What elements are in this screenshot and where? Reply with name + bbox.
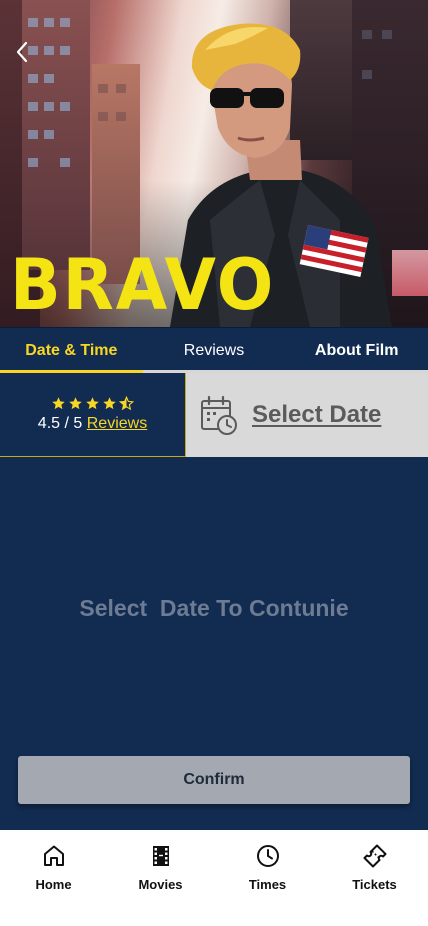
rating-panel: 4.5 / 5 Reviews <box>0 373 186 457</box>
nav-home[interactable]: Home <box>0 830 107 926</box>
nav-tickets[interactable]: Tickets <box>321 830 428 926</box>
star-full-icon <box>86 397 99 410</box>
star-rating <box>51 396 134 411</box>
movie-detail-tabs: Date & Time Reviews About Film <box>0 327 428 373</box>
nav-times[interactable]: Times <box>214 830 321 926</box>
chevron-left-icon <box>16 41 28 63</box>
star-full-icon <box>103 397 116 410</box>
back-button[interactable] <box>8 38 36 66</box>
nav-movies[interactable]: Movies <box>107 830 214 926</box>
movie-poster: BRAVO <box>0 0 428 327</box>
rating-text: 4.5 / 5 Reviews <box>38 415 147 433</box>
select-date-button[interactable]: Select Date <box>186 373 428 457</box>
star-half-icon <box>119 396 134 411</box>
poster-title: BRAVO <box>10 244 276 326</box>
nav-tickets-label: Tickets <box>352 877 397 892</box>
empty-state-message: Select Date To Contunie <box>79 595 349 621</box>
tab-about-film[interactable]: About Film <box>285 328 428 373</box>
bottom-navigation: Home Movies Times Tickets <box>0 830 428 926</box>
nav-times-label: Times <box>248 877 287 892</box>
film-icon <box>152 846 169 866</box>
home-icon <box>43 845 64 866</box>
select-date-label: Select Date <box>252 401 382 428</box>
nav-movies-label: Movies <box>138 877 183 892</box>
nav-home-label: Home <box>35 877 72 892</box>
star-full-icon <box>69 397 82 410</box>
tab-reviews[interactable]: Reviews <box>143 328 286 373</box>
star-full-icon <box>52 397 65 410</box>
ticket-icon <box>363 844 386 868</box>
reviews-link[interactable]: Reviews <box>87 415 147 432</box>
tab-date-time[interactable]: Date & Time <box>0 328 143 373</box>
clock-icon <box>256 845 279 867</box>
calendar-clock-icon <box>201 395 237 435</box>
showtimes-area: Select Date To Contunie Confirm <box>0 457 428 830</box>
confirm-button[interactable]: Confirm <box>18 756 410 804</box>
rating-score: 4.5 / 5 <box>37 415 83 432</box>
